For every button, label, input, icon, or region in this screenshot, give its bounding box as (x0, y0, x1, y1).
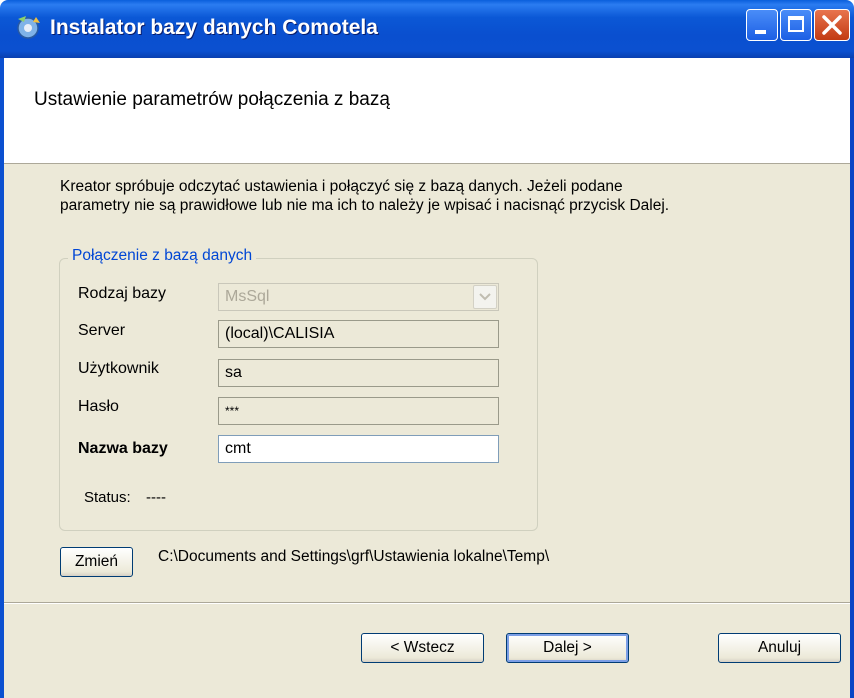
server-value: (local)\CALISIA (225, 325, 335, 342)
description-text: Kreator spróbuje odczytać ustawienia i p… (60, 177, 820, 215)
dbname-value: cmt (225, 440, 251, 457)
temp-path-text: C:\Documents and Settings\grf\Ustawienia… (158, 548, 550, 565)
password-value: *** (225, 404, 240, 418)
wizard-content: Kreator spróbuje odczytać ustawienia i p… (4, 164, 850, 698)
description-line-2: parametry nie są prawidłowe lub nie ma i… (60, 197, 670, 214)
server-label: Server (78, 322, 126, 339)
footer-separator (4, 602, 850, 604)
title-bar[interactable]: Instalator bazy danych Comotela (0, 0, 854, 58)
db-type-select[interactable]: MsSql (218, 283, 499, 311)
cancel-button[interactable]: Anuluj (718, 633, 841, 663)
dbname-input[interactable]: cmt (218, 435, 499, 463)
maximize-button[interactable] (780, 9, 812, 41)
user-field[interactable]: sa (218, 359, 499, 387)
db-type-label: Rodzaj bazy (78, 285, 167, 302)
minimize-icon (755, 30, 766, 34)
description-line-1: Kreator spróbuje odczytać ustawienia i p… (60, 178, 623, 195)
minimize-button[interactable] (746, 9, 778, 41)
server-field[interactable]: (local)\CALISIA (218, 320, 499, 348)
window-frame-right (850, 58, 854, 698)
user-value: sa (225, 364, 242, 381)
maximize-icon (788, 16, 804, 32)
close-button[interactable] (814, 9, 850, 41)
password-field[interactable]: *** (218, 397, 499, 425)
back-button[interactable]: < Wstecz (361, 633, 484, 663)
window-title: Instalator bazy danych Comotela (50, 16, 378, 39)
status-value: ---- (146, 489, 166, 506)
wizard-header: Ustawienie parametrów połączenia z bazą (4, 58, 850, 164)
chevron-down-icon (479, 293, 491, 301)
next-button[interactable]: Dalej > (506, 633, 629, 663)
groupbox-legend: Połączenie z bazą danych (68, 247, 257, 265)
page-title: Ustawienie parametrów połączenia z bazą (34, 89, 390, 110)
close-icon (822, 15, 842, 35)
dropdown-button[interactable] (473, 285, 497, 309)
user-label: Użytkownik (78, 360, 159, 377)
db-type-value: MsSql (225, 288, 270, 305)
connection-groupbox: Połączenie z bazą danych Rodzaj bazy MsS… (59, 247, 538, 531)
change-path-button[interactable]: Zmień (60, 547, 133, 577)
status-label: Status: (84, 489, 131, 506)
dbname-label: Nazwa bazy (78, 440, 168, 457)
installer-icon (17, 16, 40, 39)
password-label: Hasło (78, 398, 119, 415)
